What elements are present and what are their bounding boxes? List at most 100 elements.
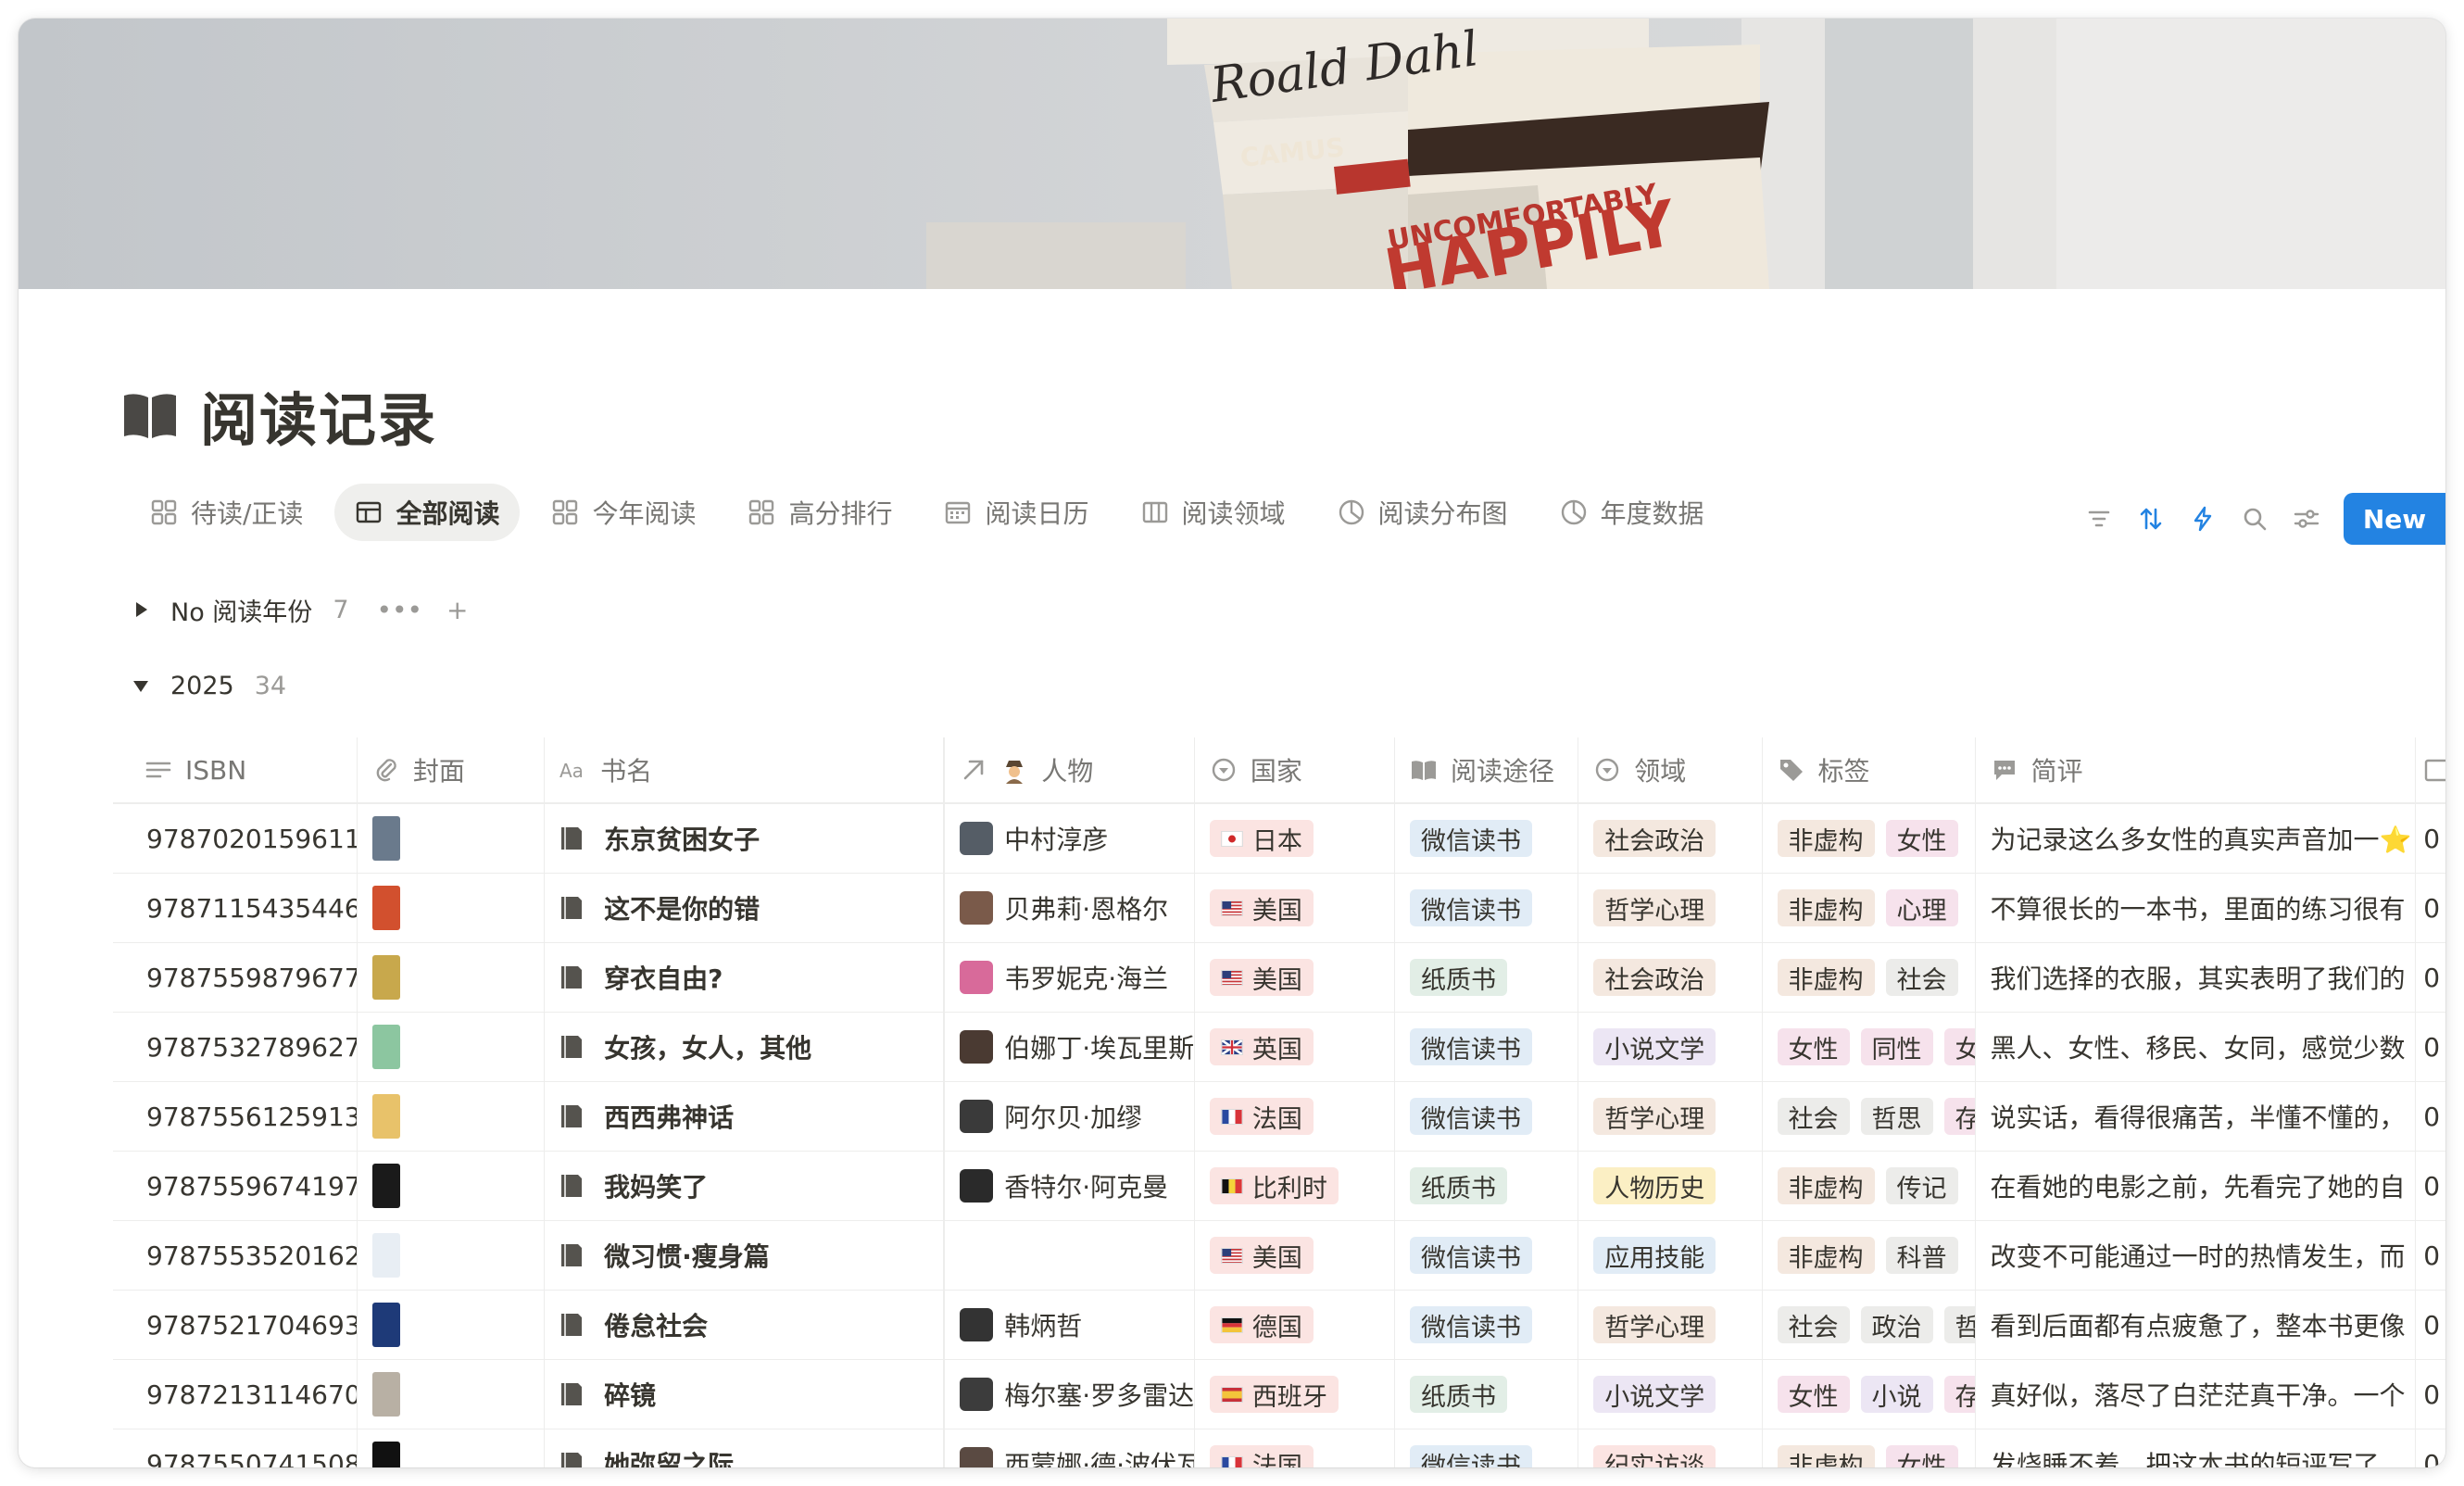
- country-chip[interactable]: 英国: [1209, 1028, 1314, 1065]
- column-header-field[interactable]: 领域: [1578, 737, 1763, 802]
- date-cell[interactable]: 0: [2416, 1360, 2445, 1429]
- table-row[interactable]: 9787556125913 西西弗神话 阿尔贝·加缪 法国 微信读书 哲学心理 …: [113, 1082, 2445, 1152]
- tag-chip[interactable]: 同性: [1860, 1028, 1933, 1065]
- column-header-tags[interactable]: 标签: [1763, 737, 1976, 802]
- country-chip[interactable]: 美国: [1209, 1237, 1314, 1274]
- field-cell[interactable]: 哲学心理: [1578, 1291, 1763, 1359]
- tags-cell[interactable]: 社会哲思存: [1763, 1082, 1976, 1151]
- tags-cell[interactable]: 非虚构 社会: [1763, 943, 1976, 1012]
- group-header-no-year[interactable]: No 阅读年份 7 ••• +: [130, 591, 493, 628]
- search-button[interactable]: [2229, 493, 2281, 545]
- country-cell[interactable]: 法国: [1195, 1429, 1395, 1467]
- country-cell[interactable]: 德国: [1195, 1291, 1395, 1359]
- page-cover-image[interactable]: Roald Dahl CAMUS UNCOMFORTABLY HAPPILY: [19, 19, 2445, 289]
- table-row[interactable]: 9787550741508 她弥留之际 西蒙娜·德·波伏瓦 法国 微信读书 纪实…: [113, 1429, 2445, 1467]
- book-name-cell[interactable]: 女孩，女人，其他: [545, 1013, 946, 1081]
- field-chip[interactable]: 社会政治: [1593, 959, 1716, 996]
- review-cell[interactable]: 我们选择的衣服，其实表明了我们的: [1976, 943, 2417, 1012]
- review-cell[interactable]: 说实话，看得很痛苦，半懂不懂的，: [1976, 1082, 2417, 1151]
- country-cell[interactable]: 美国: [1195, 874, 1395, 942]
- book-name-cell[interactable]: 东京贫困女子: [545, 804, 946, 873]
- book-name-cell[interactable]: 这不是你的错: [545, 874, 946, 942]
- tag-chip[interactable]: 非虚构: [1777, 820, 1875, 857]
- book-name-cell[interactable]: 她弥留之际: [545, 1429, 946, 1467]
- date-cell[interactable]: 0: [2416, 804, 2445, 873]
- field-chip[interactable]: 哲学心理: [1593, 889, 1716, 926]
- book-cover-thumbnail[interactable]: [371, 1094, 400, 1139]
- group-add-button[interactable]: +: [446, 595, 468, 625]
- tab-distribution[interactable]: 阅读分布图: [1317, 484, 1528, 541]
- cover-cell[interactable]: [358, 1152, 546, 1220]
- cover-cell[interactable]: [358, 1291, 546, 1359]
- cover-cell[interactable]: [358, 1221, 546, 1290]
- isbn-cell[interactable]: 9787213114670: [113, 1360, 358, 1429]
- book-cover-thumbnail[interactable]: [371, 816, 400, 861]
- country-chip[interactable]: 比利时: [1209, 1167, 1339, 1204]
- country-chip[interactable]: 美国: [1209, 959, 1314, 996]
- book-name-cell[interactable]: 碎镜: [545, 1360, 946, 1429]
- isbn-cell[interactable]: 9787553520162: [113, 1221, 358, 1290]
- field-cell[interactable]: 小说文学: [1578, 1360, 1763, 1429]
- tag-chip[interactable]: 非虚构: [1777, 1167, 1875, 1204]
- tags-cell[interactable]: 女性同性女: [1763, 1013, 1976, 1081]
- tag-chip[interactable]: 非虚构: [1777, 1445, 1875, 1467]
- route-chip[interactable]: 微信读书: [1409, 1237, 1532, 1274]
- field-cell[interactable]: 纪实访谈: [1578, 1429, 1763, 1467]
- isbn-cell[interactable]: 9787532789627: [113, 1013, 358, 1081]
- country-chip[interactable]: 法国: [1209, 1098, 1314, 1135]
- tags-cell[interactable]: 非虚构 女性: [1763, 1429, 1976, 1467]
- table-row[interactable]: 9787553520162 微习惯·瘦身篇 美国 微信读书 应用技能 非虚构 科普…: [113, 1221, 2445, 1291]
- isbn-cell[interactable]: 9787559879677: [113, 943, 358, 1012]
- person-cell[interactable]: 贝弗莉·恩格尔: [945, 874, 1195, 942]
- isbn-cell[interactable]: 9787521704693: [113, 1291, 358, 1359]
- date-cell[interactable]: 0: [2416, 1152, 2445, 1220]
- book-cover-thumbnail[interactable]: [371, 1372, 400, 1417]
- tag-chip[interactable]: 科普: [1885, 1237, 1958, 1274]
- tag-chip[interactable]: 女: [1943, 1028, 1975, 1065]
- route-chip[interactable]: 纸质书: [1409, 1376, 1507, 1413]
- field-chip[interactable]: 小说文学: [1593, 1376, 1716, 1413]
- route-chip[interactable]: 微信读书: [1409, 1098, 1532, 1135]
- country-cell[interactable]: 美国: [1195, 943, 1395, 1012]
- field-cell[interactable]: 社会政治: [1578, 804, 1763, 873]
- book-name-cell[interactable]: 倦怠社会: [545, 1291, 946, 1359]
- field-cell[interactable]: 哲学心理: [1578, 874, 1763, 942]
- tags-cell[interactable]: 女性小说存: [1763, 1360, 1976, 1429]
- field-cell[interactable]: 小说文学: [1578, 1013, 1763, 1081]
- route-chip[interactable]: 纸质书: [1409, 1167, 1507, 1204]
- review-cell[interactable]: 黑人、女性、移民、女同，感觉少数: [1976, 1013, 2417, 1081]
- tab-to-read[interactable]: 待读/正读: [130, 484, 323, 541]
- tag-chip[interactable]: 哲: [1943, 1306, 1975, 1343]
- book-cover-thumbnail[interactable]: [371, 886, 400, 930]
- book-name-cell[interactable]: 我妈笑了: [545, 1152, 946, 1220]
- route-chip[interactable]: 微信读书: [1409, 820, 1532, 857]
- tag-chip[interactable]: 存: [1943, 1376, 1975, 1413]
- book-cover-thumbnail[interactable]: [371, 955, 400, 1000]
- isbn-cell[interactable]: 9787556125913: [113, 1082, 358, 1151]
- field-cell[interactable]: 人物历史: [1578, 1152, 1763, 1220]
- review-cell[interactable]: 在看她的电影之前，先看完了她的自: [1976, 1152, 2417, 1220]
- table-row[interactable]: 9787559879677 穿衣自由? 韦罗妮克·海兰 美国 纸质书 社会政治 …: [113, 943, 2445, 1013]
- tag-chip[interactable]: 社会: [1777, 1098, 1850, 1135]
- column-header-route[interactable]: 阅读途径: [1395, 737, 1579, 802]
- table-row[interactable]: 9787559674197 我妈笑了 香特尔·阿克曼 比利时 纸质书 人物历史 …: [113, 1152, 2445, 1221]
- route-cell[interactable]: 纸质书: [1395, 1152, 1579, 1220]
- field-chip[interactable]: 哲学心理: [1593, 1098, 1716, 1135]
- cover-cell[interactable]: [358, 1013, 546, 1081]
- tag-chip[interactable]: 非虚构: [1777, 889, 1875, 926]
- tag-chip[interactable]: 非虚构: [1777, 1237, 1875, 1274]
- route-cell[interactable]: 微信读书: [1395, 1291, 1579, 1359]
- person-cell[interactable]: 中村淳彦: [945, 804, 1195, 873]
- book-cover-thumbnail[interactable]: [371, 1164, 400, 1208]
- person-cell[interactable]: [945, 1221, 1195, 1290]
- cover-cell[interactable]: [358, 804, 546, 873]
- route-chip[interactable]: 微信读书: [1409, 1445, 1532, 1467]
- tags-cell[interactable]: 非虚构 心理: [1763, 874, 1976, 942]
- cover-cell[interactable]: [358, 1360, 546, 1429]
- table-row[interactable]: 9787213114670 碎镜 梅尔塞·罗多雷达 西班牙 纸质书 小说文学 女…: [113, 1360, 2445, 1429]
- tag-chip[interactable]: 哲思: [1860, 1098, 1933, 1135]
- date-cell[interactable]: 0: [2416, 1013, 2445, 1081]
- tags-cell[interactable]: 社会政治哲: [1763, 1291, 1976, 1359]
- date-cell[interactable]: 0: [2416, 1429, 2445, 1468]
- country-chip[interactable]: 日本: [1209, 820, 1314, 857]
